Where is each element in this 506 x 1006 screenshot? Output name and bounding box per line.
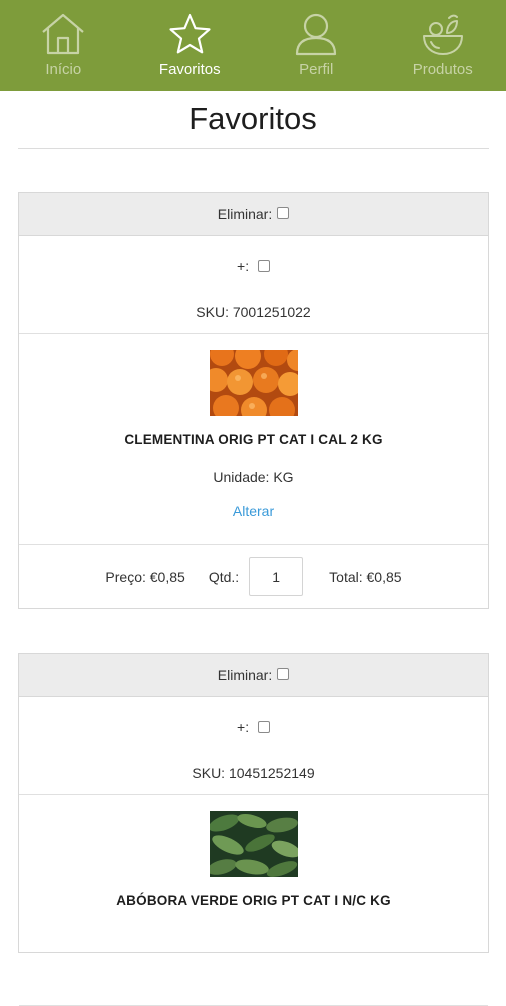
product-sku: SKU: 10451252149 xyxy=(192,765,314,781)
nav-item-favoritos[interactable]: Favoritos xyxy=(127,0,254,91)
user-icon xyxy=(292,12,340,56)
remove-checkbox[interactable] xyxy=(277,207,289,219)
remove-label: Eliminar: xyxy=(218,667,272,683)
select-checkbox[interactable] xyxy=(258,721,270,733)
product-sku: SKU: 7001251022 xyxy=(196,304,310,320)
unit-price: Preço: €0,85 xyxy=(105,569,184,585)
change-unit-link[interactable]: Alterar xyxy=(233,503,274,519)
card-remove-row: Eliminar: xyxy=(19,654,488,697)
price-row: Preço: €0,85 Qtd.: Total: €0,85 xyxy=(19,545,488,608)
product-image-clementine xyxy=(210,350,298,416)
nav-label-produtos: Produtos xyxy=(413,61,473,78)
produce-icon xyxy=(419,12,467,56)
remove-checkbox[interactable] xyxy=(277,668,289,680)
select-label: +: xyxy=(237,719,249,735)
page-title: Favoritos xyxy=(0,101,506,137)
product-name: ABÓBORA VERDE ORIG PT CAT I N/C KG xyxy=(116,893,391,908)
nav-label-inicio: Início xyxy=(45,61,81,78)
favorite-card: Eliminar: +: SKU: 10451252149 ABÓBORA VE… xyxy=(18,653,489,953)
favorite-card: Eliminar: +: SKU: 7001251022 CLEMENTI xyxy=(18,192,489,609)
remove-label: Eliminar: xyxy=(218,206,272,222)
product-info: ABÓBORA VERDE ORIG PT CAT I N/C KG xyxy=(19,795,488,1006)
nav-label-perfil: Perfil xyxy=(299,61,333,78)
quantity-input[interactable] xyxy=(249,557,303,596)
star-icon xyxy=(166,12,214,56)
line-total: Total: €0,85 xyxy=(329,569,401,585)
nav-item-produtos[interactable]: Produtos xyxy=(380,0,506,91)
top-nav-bar: Início Favoritos Perfil Produtos xyxy=(0,0,506,91)
product-info: CLEMENTINA ORIG PT CAT I CAL 2 KG Unidad… xyxy=(19,334,488,545)
title-divider xyxy=(18,148,489,149)
product-name: CLEMENTINA ORIG PT CAT I CAL 2 KG xyxy=(124,432,382,447)
product-image-pumpkin xyxy=(210,811,298,877)
product-unit: Unidade: KG xyxy=(213,469,293,485)
select-label: +: xyxy=(237,258,249,274)
nav-label-favoritos: Favoritos xyxy=(159,61,221,78)
select-checkbox[interactable] xyxy=(258,260,270,272)
card-remove-row: Eliminar: xyxy=(19,193,488,236)
card-select-block: +: SKU: 7001251022 xyxy=(19,236,488,334)
quantity-label: Qtd.: xyxy=(209,569,239,585)
card-select-block: +: SKU: 10451252149 xyxy=(19,697,488,795)
home-icon xyxy=(39,12,87,56)
nav-item-inicio[interactable]: Início xyxy=(0,0,127,91)
nav-item-perfil[interactable]: Perfil xyxy=(253,0,380,91)
